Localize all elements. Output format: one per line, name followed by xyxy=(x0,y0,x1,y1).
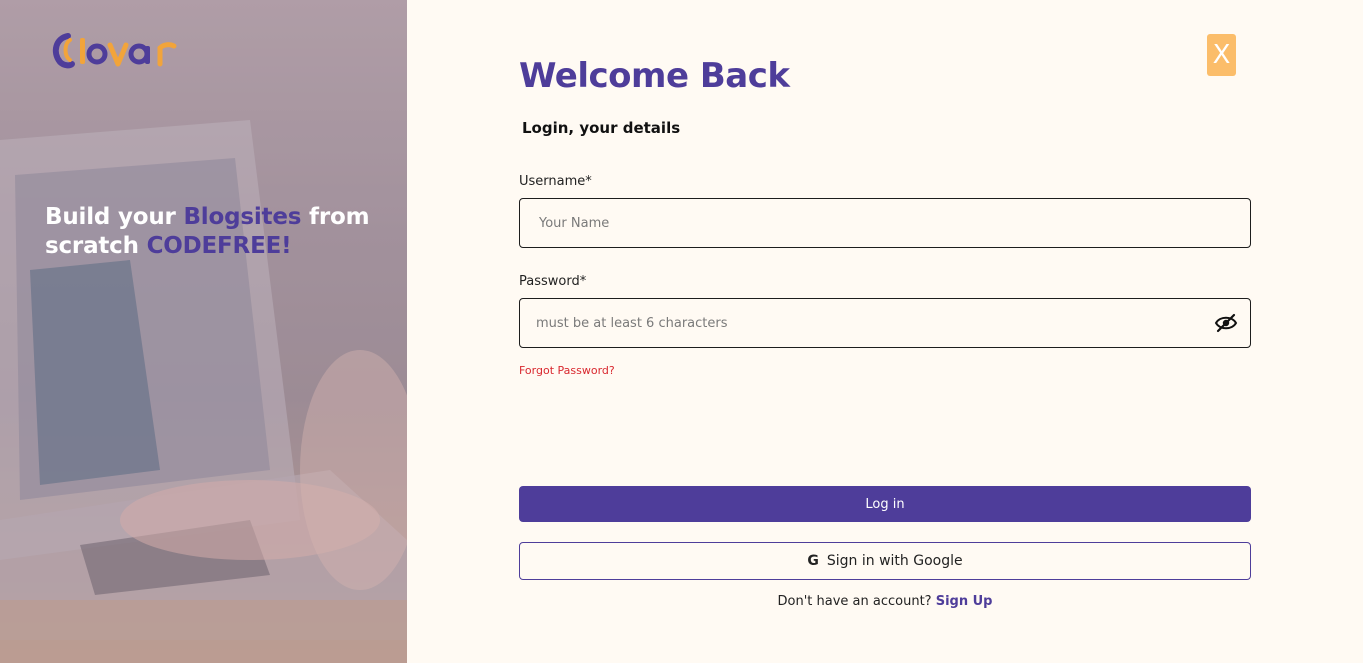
username-label: Username* xyxy=(519,174,592,189)
hero-line1-post: from xyxy=(301,204,370,230)
username-input[interactable] xyxy=(539,199,1250,247)
google-signin-button[interactable]: G Sign in with Google xyxy=(519,542,1251,580)
google-g-icon: G xyxy=(807,553,819,569)
password-label: Password* xyxy=(519,274,587,289)
google-signin-label: Sign in with Google xyxy=(826,553,963,569)
page-subtitle: Login, your details xyxy=(522,119,681,137)
eye-slash-icon[interactable] xyxy=(1214,313,1238,333)
hero-line1-accent: Blogsites xyxy=(183,204,302,230)
hero-line2-pre: scratch xyxy=(45,233,147,259)
password-field-box xyxy=(519,298,1251,348)
password-input[interactable] xyxy=(536,299,1214,347)
hero-panel: Build your Blogsites from scratch CODEFR… xyxy=(0,0,407,663)
hero-line2-accent: CODEFREE! xyxy=(146,233,292,259)
close-button[interactable]: X xyxy=(1207,34,1236,76)
page-title: Welcome Back xyxy=(519,56,790,96)
username-field-box xyxy=(519,198,1251,248)
hero-overlay xyxy=(0,0,407,663)
hero-line1-pre: Build your xyxy=(45,204,184,230)
login-button[interactable]: Log in xyxy=(519,486,1251,522)
signup-link[interactable]: Sign Up xyxy=(936,594,993,609)
forgot-password-link[interactable]: Forgot Password? xyxy=(519,364,615,377)
signup-prompt: Don't have an account? xyxy=(777,594,936,609)
signup-row: Don't have an account? Sign Up xyxy=(519,594,1251,609)
clovar-logo[interactable] xyxy=(50,30,190,70)
login-form-panel: X Welcome Back Login, your details Usern… xyxy=(407,0,1363,663)
hero-headline: Build your Blogsites from scratch CODEFR… xyxy=(45,203,385,261)
